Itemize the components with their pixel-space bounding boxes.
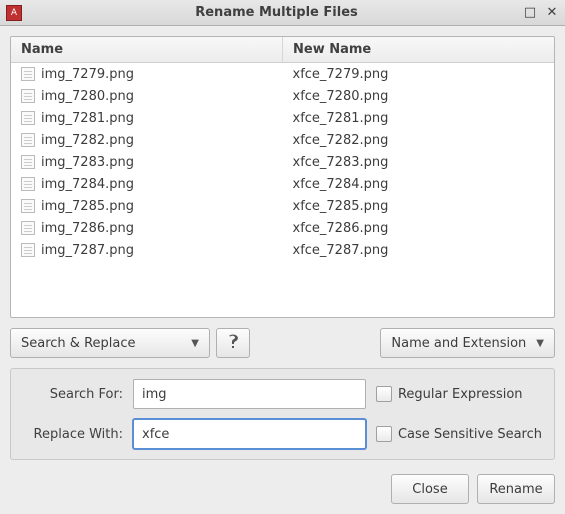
- cell-newname: xfce_7280.png: [283, 87, 555, 106]
- new-file-name: xfce_7281.png: [293, 111, 389, 126]
- titlebar: A Rename Multiple Files □ ✕: [0, 0, 565, 26]
- new-file-name: xfce_7280.png: [293, 89, 389, 104]
- mode-combobox[interactable]: Search & Replace ▼: [10, 328, 210, 358]
- close-button[interactable]: Close: [391, 474, 469, 504]
- cell-newname: xfce_7279.png: [283, 65, 555, 84]
- cell-name: img_7281.png: [11, 109, 283, 128]
- file-icon: [21, 243, 35, 257]
- file-icon: [21, 67, 35, 81]
- params-frame: Search For: Regular Expression Replace W…: [10, 368, 555, 460]
- column-header-newname[interactable]: New Name: [283, 37, 554, 62]
- scope-combobox[interactable]: Name and Extension ▼: [380, 328, 555, 358]
- dialog-footer: Close Rename: [10, 470, 555, 504]
- file-icon: [21, 199, 35, 213]
- new-file-name: xfce_7284.png: [293, 177, 389, 192]
- file-name: img_7280.png: [41, 89, 134, 104]
- cell-newname: xfce_7282.png: [283, 131, 555, 150]
- close-window-button[interactable]: ✕: [545, 6, 559, 20]
- file-list[interactable]: Name New Name img_7279.pngxfce_7279.pngi…: [10, 36, 555, 318]
- cell-name: img_7287.png: [11, 241, 283, 260]
- case-sensitive-checkbox[interactable]: Case Sensitive Search: [376, 426, 542, 442]
- table-row[interactable]: img_7284.png xfce_7284.png: [11, 173, 554, 195]
- checkbox-icon: [376, 426, 392, 442]
- mode-label: Search & Replace: [21, 336, 136, 351]
- cell-newname: xfce_7287.png: [283, 241, 555, 260]
- cell-name: img_7283.png: [11, 153, 283, 172]
- file-icon: [21, 155, 35, 169]
- table-row[interactable]: img_7285.png xfce_7285.png: [11, 195, 554, 217]
- cell-name: img_7280.png: [11, 87, 283, 106]
- chevron-down-icon: ▼: [191, 338, 199, 349]
- rename-button[interactable]: Rename: [477, 474, 555, 504]
- dialog-content: Name New Name img_7279.pngxfce_7279.pngi…: [0, 26, 565, 514]
- table-row[interactable]: img_7286.png xfce_7286.png: [11, 217, 554, 239]
- case-label: Case Sensitive Search: [398, 427, 542, 442]
- help-icon: [225, 333, 241, 353]
- search-input[interactable]: [133, 379, 366, 409]
- chevron-down-icon: ▼: [536, 338, 544, 349]
- list-header: Name New Name: [11, 37, 554, 63]
- file-icon: [21, 177, 35, 191]
- replace-input[interactable]: [133, 419, 366, 449]
- window-controls: □ ✕: [523, 6, 559, 20]
- file-name: img_7283.png: [41, 155, 134, 170]
- new-file-name: xfce_7287.png: [293, 243, 389, 258]
- new-file-name: xfce_7282.png: [293, 133, 389, 148]
- cell-name: img_7286.png: [11, 219, 283, 238]
- cell-newname: xfce_7286.png: [283, 219, 555, 238]
- file-icon: [21, 89, 35, 103]
- cell-name: img_7284.png: [11, 175, 283, 194]
- search-for-label: Search For:: [23, 387, 123, 402]
- cell-name: img_7279.png: [11, 65, 283, 84]
- app-icon: A: [6, 5, 22, 21]
- cell-newname: xfce_7283.png: [283, 153, 555, 172]
- mode-row: Search & Replace ▼ Name and Extension ▼: [10, 328, 555, 358]
- file-icon: [21, 133, 35, 147]
- new-file-name: xfce_7286.png: [293, 221, 389, 236]
- cell-newname: xfce_7281.png: [283, 109, 555, 128]
- cell-newname: xfce_7285.png: [283, 197, 555, 216]
- file-name: img_7284.png: [41, 177, 134, 192]
- table-row[interactable]: img_7280.png xfce_7280.png: [11, 85, 554, 107]
- file-name: img_7285.png: [41, 199, 134, 214]
- table-row[interactable]: img_7282.png xfce_7282.png: [11, 129, 554, 151]
- column-header-name[interactable]: Name: [11, 37, 283, 62]
- file-icon: [21, 221, 35, 235]
- file-name: img_7281.png: [41, 111, 134, 126]
- cell-name: img_7285.png: [11, 197, 283, 216]
- replace-with-label: Replace With:: [23, 427, 123, 442]
- table-row[interactable]: img_7281.png xfce_7281.png: [11, 107, 554, 129]
- cell-newname: xfce_7284.png: [283, 175, 555, 194]
- new-file-name: xfce_7285.png: [293, 199, 389, 214]
- help-button[interactable]: [216, 328, 250, 358]
- regex-checkbox[interactable]: Regular Expression: [376, 386, 542, 402]
- file-icon: [21, 111, 35, 125]
- regex-label: Regular Expression: [398, 387, 523, 402]
- table-row[interactable]: img_7287.png xfce_7287.png: [11, 239, 554, 261]
- cell-name: img_7282.png: [11, 131, 283, 150]
- maximize-button[interactable]: □: [523, 6, 537, 20]
- file-name: img_7287.png: [41, 243, 134, 258]
- scope-label: Name and Extension: [391, 336, 526, 351]
- file-name: img_7286.png: [41, 221, 134, 236]
- file-name: img_7282.png: [41, 133, 134, 148]
- window-title: Rename Multiple Files: [30, 5, 523, 20]
- file-name: img_7279.png: [41, 67, 134, 82]
- new-file-name: xfce_7279.png: [293, 67, 389, 82]
- table-row[interactable]: img_7283.png xfce_7283.png: [11, 151, 554, 173]
- table-row[interactable]: img_7279.png xfce_7279.png: [11, 63, 554, 85]
- new-file-name: xfce_7283.png: [293, 155, 389, 170]
- checkbox-icon: [376, 386, 392, 402]
